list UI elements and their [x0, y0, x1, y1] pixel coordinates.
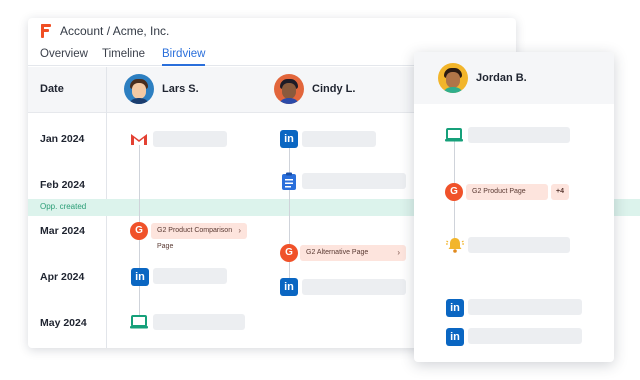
activity-placeholder: [153, 131, 227, 147]
tab-timeline[interactable]: Timeline: [102, 48, 145, 66]
date-label: Mar 2024: [40, 225, 85, 237]
laptop-icon[interactable]: [444, 126, 463, 144]
g2-icon[interactable]: G: [280, 244, 298, 262]
activity-placeholder: [468, 328, 582, 344]
activity-placeholder: [302, 279, 406, 295]
activity-placeholder: [468, 237, 570, 253]
date-label: May 2024: [40, 317, 87, 329]
g2-icon[interactable]: G: [445, 183, 463, 201]
gmail-icon[interactable]: [130, 130, 148, 148]
g2-alternative-page-event[interactable]: G2 Alternative Page ›: [300, 245, 406, 261]
cindy-timeline-line: [289, 140, 290, 290]
tab-birdview[interactable]: Birdview: [162, 48, 206, 66]
linkedin-icon[interactable]: in: [446, 299, 464, 317]
person-name: Jordan B.: [476, 72, 527, 84]
date-label: Feb 2024: [40, 179, 85, 191]
avatar: [274, 74, 304, 104]
chevron-right-icon: ›: [238, 226, 241, 235]
linkedin-icon[interactable]: in: [131, 268, 149, 286]
avatar: [124, 74, 154, 104]
person-name: Lars S.: [162, 83, 199, 95]
date-column-header: Date: [40, 83, 64, 95]
activity-placeholder: [468, 127, 570, 143]
date-label: Apr 2024: [40, 271, 85, 283]
bell-icon[interactable]: [445, 236, 464, 254]
activity-placeholder: [302, 173, 406, 189]
g2-comparison-page-event[interactable]: G2 Product Comparison Page ›: [151, 223, 247, 250]
laptop-icon[interactable]: [129, 313, 148, 331]
side-panel-header: Jordan B.: [414, 52, 614, 104]
brand-logo-icon: [40, 24, 52, 38]
person-jordan[interactable]: Jordan B.: [438, 63, 527, 93]
person-lars[interactable]: Lars S.: [124, 74, 199, 104]
avatar: [438, 63, 468, 93]
activity-placeholder: [302, 131, 376, 147]
tab-overview[interactable]: Overview: [40, 48, 88, 66]
title-bar: Account / Acme, Inc.: [28, 18, 516, 44]
person-cindy[interactable]: Cindy L.: [274, 74, 355, 104]
activity-placeholder: [153, 314, 245, 330]
opportunity-label: Opp. created: [40, 202, 87, 211]
linkedin-icon[interactable]: in: [446, 328, 464, 346]
checklist-icon[interactable]: [281, 172, 299, 190]
activity-placeholder: [153, 268, 227, 284]
chevron-right-icon: ›: [397, 248, 400, 257]
activity-placeholder: [468, 299, 582, 315]
more-events-badge[interactable]: +4: [551, 184, 569, 200]
date-label: Jan 2024: [40, 133, 85, 145]
event-label: G2 Alternative Page: [306, 249, 369, 256]
linkedin-icon[interactable]: in: [280, 130, 298, 148]
breadcrumb: Account / Acme, Inc.: [60, 24, 170, 38]
g2-icon[interactable]: G: [130, 222, 148, 240]
person-name: Cindy L.: [312, 83, 356, 95]
jordan-panel: Jordan B.: [414, 52, 614, 362]
g2-product-page-event[interactable]: G2 Product Page: [466, 184, 548, 200]
event-label: G2 Product Page: [472, 188, 526, 195]
linkedin-icon[interactable]: in: [280, 278, 298, 296]
